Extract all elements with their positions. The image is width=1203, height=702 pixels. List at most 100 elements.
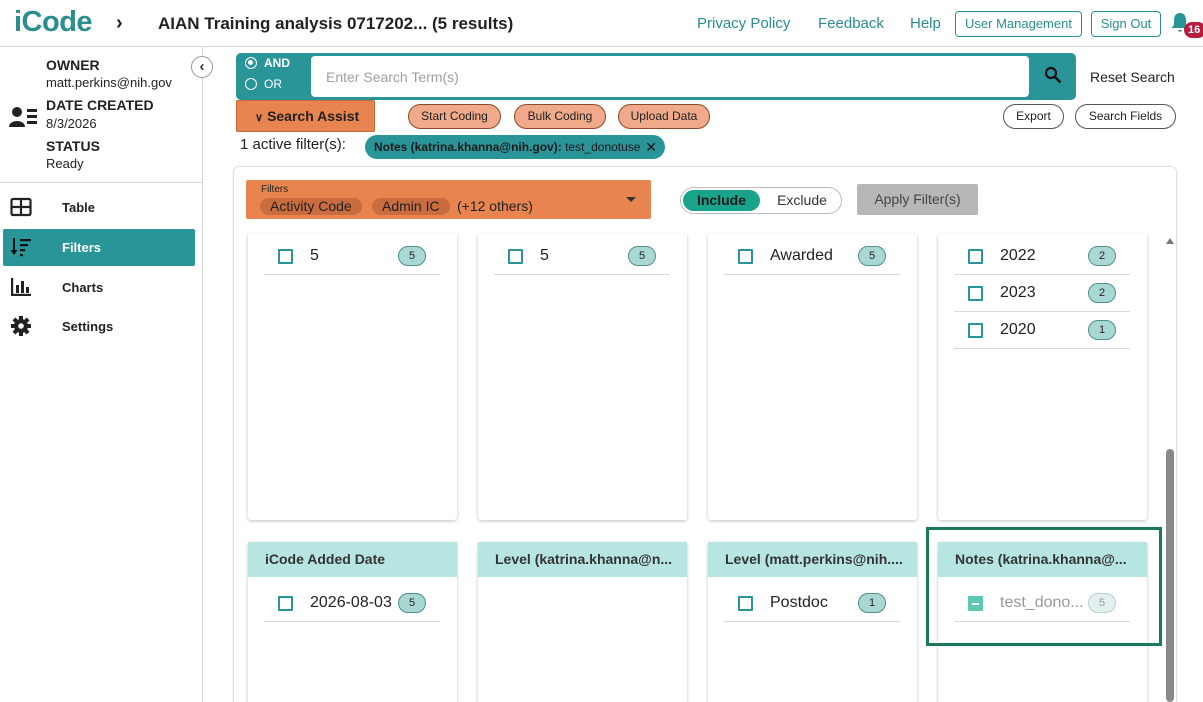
- bulk-coding-button[interactable]: Bulk Coding: [514, 104, 606, 129]
- upload-data-button[interactable]: Upload Data: [618, 104, 710, 129]
- help-link[interactable]: Help: [910, 15, 941, 32]
- checkbox[interactable]: [738, 249, 753, 264]
- sidebar-item-table[interactable]: Table: [3, 189, 195, 226]
- caret-down-icon: [626, 197, 636, 202]
- option-label: 2026-08-03: [310, 594, 392, 611]
- checkbox[interactable]: [738, 596, 753, 611]
- active-filter-chip[interactable]: Notes (katrina.khanna@nih.gov): test_don…: [365, 135, 665, 159]
- count-badge: 2: [1088, 283, 1116, 303]
- filter-card: 5 5: [478, 234, 687, 520]
- scroll-up-arrow-icon[interactable]: [1166, 238, 1174, 244]
- scrollbar-thumb[interactable]: [1166, 449, 1174, 702]
- start-coding-button[interactable]: Start Coding: [408, 104, 501, 129]
- count-badge: 5: [398, 246, 426, 266]
- list-item[interactable]: 5 5: [494, 239, 670, 275]
- card-title: iCode Added Date: [248, 542, 457, 577]
- option-label: 5: [310, 247, 319, 264]
- chevron-down-icon: ∨: [255, 112, 264, 124]
- count-badge: 1: [858, 593, 886, 613]
- search-assist-button[interactable]: ∨ Search Assist: [236, 100, 375, 132]
- export-button[interactable]: Export: [1003, 104, 1064, 129]
- option-label: Postdoc: [770, 594, 828, 611]
- sidebar-item-label: Table: [62, 200, 95, 215]
- feedback-link[interactable]: Feedback: [818, 15, 884, 32]
- user-management-button[interactable]: User Management: [955, 11, 1082, 37]
- date-created-label: DATE CREATED: [46, 97, 154, 113]
- filter-card-level-matt: Level (matt.perkins@nih.... Postdoc 1: [708, 542, 917, 702]
- option-label: 5: [540, 247, 549, 264]
- chip-field: Notes (katrina.khanna@nih.gov):: [374, 140, 562, 154]
- search-fields-button[interactable]: Search Fields: [1075, 104, 1176, 129]
- sidebar-item-charts[interactable]: Charts: [3, 269, 195, 306]
- list-item[interactable]: 2026-08-03 5: [264, 586, 440, 622]
- checkbox[interactable]: [968, 249, 983, 264]
- sidebar-item-label: Charts: [62, 280, 104, 295]
- count-badge: 5: [858, 246, 886, 266]
- sign-out-button[interactable]: Sign Out: [1091, 11, 1161, 37]
- search-assist-label: Search Assist: [267, 108, 360, 124]
- checkbox[interactable]: [968, 286, 983, 301]
- count-badge: 5: [628, 246, 656, 266]
- sidebar-item-filters[interactable]: Filters: [3, 229, 195, 266]
- filter-tag: Admin IC: [372, 198, 450, 215]
- page-title: AIAN Training analysis 0717202... (5 res…: [158, 14, 514, 33]
- owner-label: OWNER: [46, 57, 100, 73]
- list-item[interactable]: Postdoc 1: [724, 586, 900, 622]
- count-badge: 2: [1088, 246, 1116, 266]
- checkbox[interactable]: [508, 249, 523, 264]
- search-bar: AND OR: [236, 53, 1076, 100]
- include-option[interactable]: Include: [683, 190, 760, 211]
- checkbox[interactable]: [968, 323, 983, 338]
- privacy-policy-link[interactable]: Privacy Policy: [697, 15, 790, 32]
- list-item[interactable]: Awarded 5: [724, 239, 900, 275]
- search-input[interactable]: [311, 56, 1029, 97]
- exclude-option[interactable]: Exclude: [763, 190, 841, 211]
- collapse-sidebar-button[interactable]: ‹: [191, 56, 213, 78]
- highlight-box: [926, 527, 1162, 646]
- contact-card-icon: [9, 107, 37, 127]
- filter-card-icode-added-date: iCode Added Date 2026-08-03 5: [248, 542, 457, 702]
- sidebar-divider: [0, 182, 202, 183]
- owner-value: matt.perkins@nih.gov: [46, 75, 172, 90]
- and-radio-label: AND: [264, 56, 290, 70]
- chip-value: test_donotuse: [565, 140, 641, 154]
- reset-search-button[interactable]: Reset Search: [1090, 69, 1175, 85]
- list-item[interactable]: 2023 2: [954, 276, 1130, 312]
- active-filters-label: 1 active filter(s):: [240, 136, 346, 153]
- count-badge: 1: [1088, 320, 1116, 340]
- app-logo[interactable]: iCode: [14, 6, 93, 39]
- gear-icon: [11, 316, 31, 336]
- and-radio-indicator[interactable]: [245, 57, 257, 69]
- sidebar: OWNER matt.perkins@nih.gov DATE CREATED …: [0, 47, 213, 702]
- checkbox[interactable]: [278, 249, 293, 264]
- filter-card: Awarded 5: [708, 234, 917, 520]
- breadcrumb-chevron-icon: ›: [116, 12, 123, 34]
- notification-badge: 16: [1184, 22, 1203, 38]
- status-label: STATUS: [46, 138, 100, 154]
- filter-tag-more: (+12 others): [457, 198, 533, 214]
- date-created-value: 8/3/2026: [46, 116, 97, 131]
- close-icon[interactable]: ✕: [645, 135, 657, 159]
- sidebar-item-settings[interactable]: Settings: [3, 308, 195, 345]
- list-item[interactable]: 5 5: [264, 239, 440, 275]
- and-radio[interactable]: AND: [245, 56, 290, 70]
- option-label: 2022: [1000, 247, 1036, 264]
- filter-card: 2022 2 2023 2 2020 1: [938, 234, 1147, 520]
- filter-card: 5 5: [248, 234, 457, 520]
- filters-select[interactable]: Filters Activity Code Admin IC (+12 othe…: [246, 180, 651, 219]
- list-item[interactable]: 2020 1: [954, 313, 1130, 349]
- sidebar-item-label: Settings: [62, 319, 114, 334]
- list-item[interactable]: 2022 2: [954, 239, 1130, 275]
- or-radio-indicator[interactable]: [245, 78, 257, 90]
- table-icon: [10, 197, 32, 217]
- search-icon[interactable]: [1044, 66, 1062, 84]
- apply-filters-button[interactable]: Apply Filter(s): [857, 184, 978, 215]
- filter-card-level-katrina: Level (katrina.khanna@n...: [478, 542, 687, 702]
- checkbox[interactable]: [278, 596, 293, 611]
- card-title: Level (katrina.khanna@n...: [478, 542, 687, 577]
- bar-chart-icon: [11, 278, 31, 296]
- include-exclude-toggle[interactable]: Include Exclude: [680, 187, 842, 214]
- card-title: Level (matt.perkins@nih....: [708, 542, 917, 577]
- or-radio[interactable]: OR: [245, 77, 282, 91]
- filter-tag: Activity Code: [260, 198, 362, 215]
